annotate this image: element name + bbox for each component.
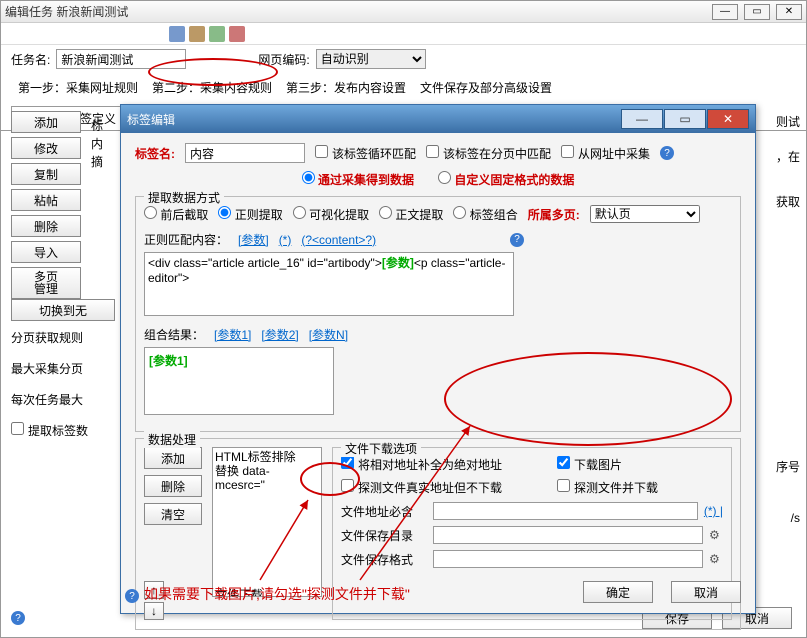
proc-del-button[interactable]: 删除: [144, 475, 202, 497]
annotation-text: 如果需要下载图片,请勾选"探测文件并下载": [144, 584, 410, 604]
param2-link[interactable]: [参数2]: [261, 326, 298, 343]
extract-tags-checkbox[interactable]: 提取标签数: [11, 422, 131, 439]
dl-image-checkbox[interactable]: 下载图片: [557, 456, 622, 473]
belong-page-select[interactable]: 默认页: [590, 205, 700, 223]
side-labels: 分页获取规则 最大采集分页 每次任务最大 提取标签数: [11, 329, 131, 439]
move-down-button[interactable]: ↓: [144, 602, 164, 620]
ok-button[interactable]: 确定: [583, 581, 653, 603]
dialog-body: 标签名: 该标签循环匹配 该标签在分页中匹配 从网址中采集 ? 通过采集得到数据…: [121, 133, 755, 613]
toolbar-icon[interactable]: [169, 26, 185, 42]
regex-label: 正则匹配内容：: [144, 231, 228, 248]
bg-tag-list: 标 内 摘: [91, 117, 103, 171]
label-paging: 分页获取规则: [11, 329, 131, 346]
content-link[interactable]: (?<content>?): [301, 233, 376, 247]
steps: 第一步：采集网址规则 第二步：采集内容规则 第三步：发布内容设置 文件保存及部分…: [1, 73, 806, 102]
dlg-maximize-button[interactable]: ▭: [664, 109, 706, 129]
gear-icon[interactable]: ⚙: [709, 528, 723, 542]
minimize-button[interactable]: —: [712, 4, 738, 20]
param-link[interactable]: [参数]: [238, 231, 269, 248]
step-2[interactable]: 第二步：采集内容规则: [145, 75, 279, 100]
tag-edit-dialog: 标签编辑 — ▭ ✕ 标签名: 该标签循环匹配 该标签在分页中匹配 从网址中采集…: [120, 104, 756, 614]
proc-list[interactable]: HTML标签排除 替换 data-mcesrc=" 文件下载 内容…: [212, 447, 322, 597]
delete-button[interactable]: 删除: [11, 215, 81, 237]
belong-page-label: 所属多页:: [528, 206, 580, 223]
method-regex-radio[interactable]: 正则提取: [218, 206, 282, 223]
page-match-checkbox[interactable]: 该标签在分页中匹配: [426, 145, 551, 162]
dialog-titlebar: 标签编辑 — ▭ ✕: [121, 105, 755, 133]
step-1[interactable]: 第一步：采集网址规则: [11, 75, 145, 100]
toolbar-icon[interactable]: [189, 26, 205, 42]
gear-icon[interactable]: ⚙: [709, 552, 723, 566]
step-4[interactable]: 文件保存及部分高级设置: [413, 75, 559, 100]
star-link[interactable]: (*) |: [704, 504, 723, 518]
source-collect-radio[interactable]: 通过采集得到数据: [302, 171, 414, 188]
param1-link[interactable]: [参数1]: [214, 326, 251, 343]
method-combine-radio[interactable]: 标签组合: [453, 206, 517, 223]
window-buttons: — ▭ ✕: [712, 4, 802, 20]
result-box[interactable]: [参数1]: [144, 347, 334, 415]
edit-button[interactable]: 修改: [11, 137, 81, 159]
file-fmt-input[interactable]: [433, 550, 703, 568]
file-fmt-label: 文件保存格式: [341, 551, 427, 568]
abs-url-checkbox[interactable]: 将相对地址补全为绝对地址: [341, 456, 551, 473]
toolbar: [1, 23, 806, 45]
help-icon[interactable]: ?: [11, 611, 25, 625]
probe-nodl-checkbox[interactable]: 探测文件真实地址但不下载: [341, 479, 551, 496]
method-cut-radio[interactable]: 前后截取: [144, 206, 208, 223]
help-icon[interactable]: ?: [660, 146, 674, 160]
file-dir-input[interactable]: [433, 526, 703, 544]
step-3[interactable]: 第三步：发布内容设置: [279, 75, 413, 100]
method-visual-radio[interactable]: 可视化提取: [293, 206, 369, 223]
dlg-close-button[interactable]: ✕: [707, 109, 749, 129]
dlg-cancel-button[interactable]: 取消: [671, 581, 741, 603]
paste-button[interactable]: 粘帖: [11, 189, 81, 211]
task-name-input[interactable]: [56, 49, 186, 69]
dialog-footer: 确定 取消: [583, 581, 741, 603]
task-row: 任务名: 网页编码: 自动识别: [1, 45, 806, 73]
source-custom-radio[interactable]: 自定义固定格式的数据: [438, 171, 574, 188]
star-link[interactable]: (*): [279, 233, 292, 247]
close-button[interactable]: ✕: [776, 4, 802, 20]
proc-clear-button[interactable]: 清空: [144, 503, 202, 525]
titlebar: 编辑任务 新浪新闻测试 — ▭ ✕: [1, 1, 806, 23]
switch-button[interactable]: 切换到无: [11, 299, 115, 321]
help-icon[interactable]: ?: [510, 233, 524, 247]
extract-method-fieldset: 提取数据方式 前后截取 正则提取 可视化提取 正文提取 标签组合 所属多页: 默…: [135, 196, 741, 432]
encoding-select[interactable]: 自动识别: [316, 49, 426, 69]
dlg-minimize-button[interactable]: —: [621, 109, 663, 129]
label-max-pages: 最大采集分页: [11, 360, 131, 377]
task-name-label: 任务名:: [11, 51, 50, 68]
tag-name-label: 标签名:: [135, 145, 175, 162]
from-url-checkbox[interactable]: 从网址中采集: [561, 145, 650, 162]
side-panel: 添加 修改 复制 粘帖 删除 导入 多页 管理: [11, 111, 81, 299]
encoding-label: 网页编码:: [258, 51, 309, 68]
copy-button[interactable]: 复制: [11, 163, 81, 185]
probe-dl-checkbox[interactable]: 探测文件并下载: [557, 479, 658, 496]
multipage-button[interactable]: 多页 管理: [11, 267, 81, 299]
combine-label: 组合结果：: [144, 326, 204, 343]
proc-add-button[interactable]: 添加: [144, 447, 202, 469]
import-button[interactable]: 导入: [11, 241, 81, 263]
paramn-link[interactable]: [参数N]: [309, 326, 348, 343]
toolbar-icon[interactable]: [229, 26, 245, 42]
tag-name-input[interactable]: [185, 143, 305, 163]
method-body-radio[interactable]: 正文提取: [379, 206, 443, 223]
help-icon[interactable]: ?: [125, 589, 139, 603]
window-title: 编辑任务 新浪新闻测试: [5, 3, 712, 20]
toolbar-icon[interactable]: [209, 26, 225, 42]
regex-textarea[interactable]: <div class="article article_16" id="arti…: [144, 252, 514, 316]
dialog-title: 标签编辑: [127, 111, 620, 128]
file-contain-input[interactable]: [433, 502, 698, 520]
file-dir-label: 文件保存目录: [341, 527, 427, 544]
file-contain-label: 文件地址必含: [341, 503, 427, 520]
add-button[interactable]: 添加: [11, 111, 81, 133]
loop-match-checkbox[interactable]: 该标签循环匹配: [315, 145, 416, 162]
right-edge-text: 则试 ，在 获取 序号 /s: [758, 113, 800, 525]
maximize-button[interactable]: ▭: [744, 4, 770, 20]
label-max-task: 每次任务最大: [11, 391, 131, 408]
